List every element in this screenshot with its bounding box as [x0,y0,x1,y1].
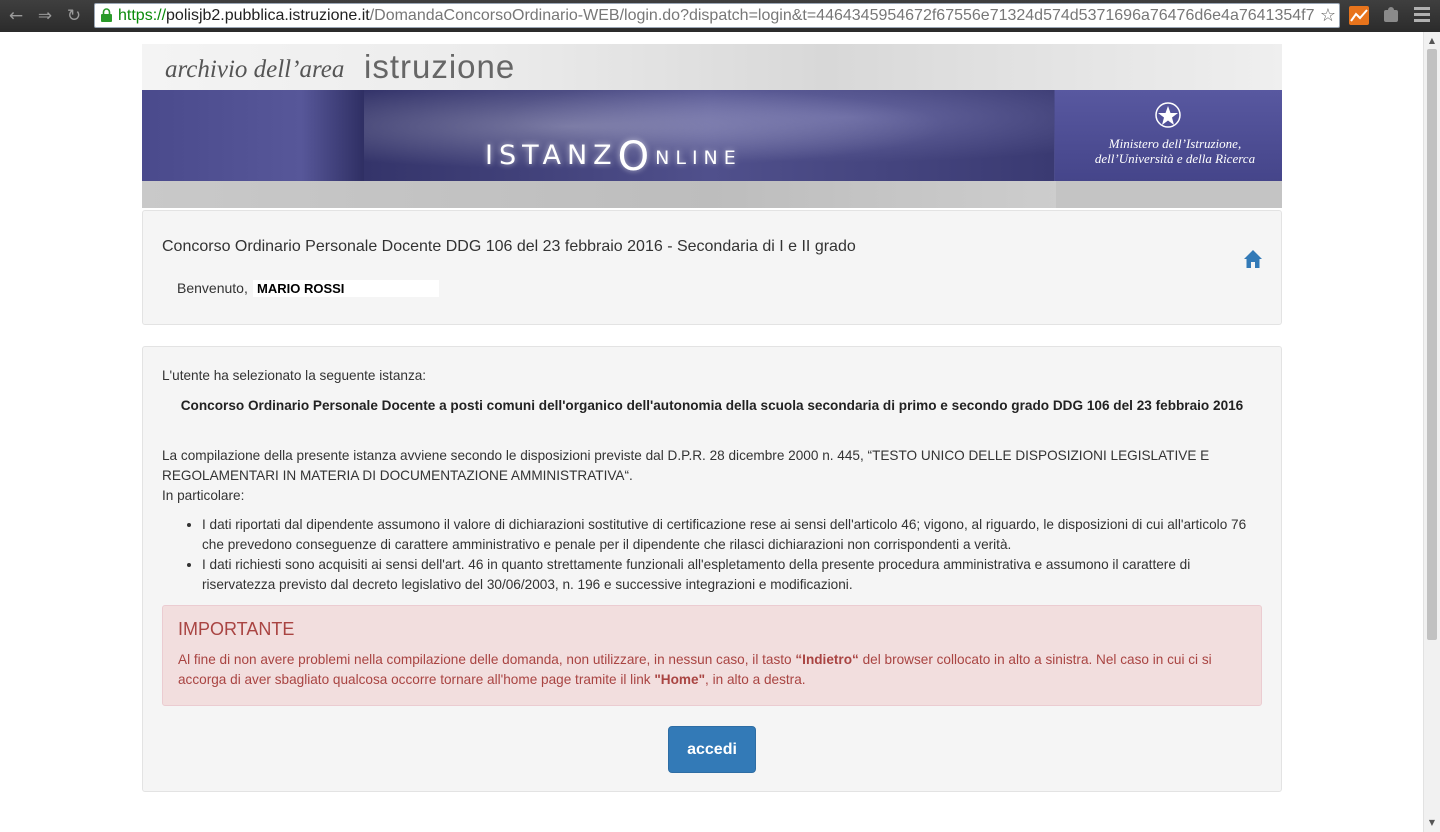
istanze-online-banner: ISTANZONLINE Ministero dell’Istruzione, … [142,90,1282,181]
republic-emblem-icon [1155,102,1181,128]
compilazione-text: La compilazione della presente istanza a… [162,448,1210,483]
vertical-scrollbar[interactable]: ▲ ▼ [1423,32,1440,832]
istruzione-logo-text: istruzione [364,48,516,85]
site-header-top: archivio dell’area istruzione [142,44,1282,90]
scroll-up-icon[interactable]: ▲ [1424,34,1440,48]
lock-icon [101,8,112,22]
main-panel: L'utente ha selezionato la seguente ista… [142,346,1282,792]
reload-icon[interactable]: ↻ [63,5,85,27]
header-bottom-strip [142,181,1282,208]
accedi-button[interactable]: accedi [668,726,756,773]
disclaimer-list: I dati riportati dal dipendente assumono… [162,515,1262,595]
istanze-online-logo: ISTANZONLINE [485,134,742,180]
welcome-label: Benvenuto, [177,280,248,296]
extension-puzzle-icon[interactable] [1381,6,1401,25]
alert-title: IMPORTANTE [178,619,295,639]
browser-toolbar: ← ⇒ ↻ https://polisjb2.pubblica.istruzio… [0,0,1440,32]
ministry-name: Ministero dell’Istruzione, dell’Universi… [1094,136,1256,166]
scroll-down-icon[interactable]: ▼ [1424,816,1440,830]
menu-icon[interactable] [1414,7,1430,25]
particolare-text: In particolare: [162,488,245,503]
forward-arrow-icon[interactable]: ⇒ [34,5,56,27]
star-icon[interactable]: ☆ [1317,5,1336,27]
title-panel: Concorso Ordinario Personale Docente DDG… [142,210,1282,325]
intro-text: L'utente ha selezionato la seguente ista… [162,368,427,383]
list-item: I dati richiesti sono acquisiti ai sensi… [202,555,1262,595]
archivio-label: archivio dell’area [165,56,345,83]
scroll-thumb[interactable] [1427,49,1437,640]
list-item: I dati riportati dal dipendente assumono… [202,515,1262,555]
page-title: Concorso Ordinario Personale Docente DDG… [162,238,856,255]
url-text: https://polisjb2.pubblica.istruzione.it/… [118,7,1315,24]
back-arrow-icon[interactable]: ← [5,5,27,27]
address-bar[interactable]: https://polisjb2.pubblica.istruzione.it/… [94,3,1340,28]
user-name: MARIO ROSSI [253,280,439,297]
important-alert: IMPORTANTE Al fine di non avere problemi… [162,605,1262,706]
istanza-title: Concorso Ordinario Personale Docente a p… [180,398,1244,413]
alert-text: Al fine di non avere problemi nella comp… [178,652,1212,687]
extension-chart-icon[interactable] [1349,6,1369,25]
home-icon[interactable] [1243,249,1263,269]
